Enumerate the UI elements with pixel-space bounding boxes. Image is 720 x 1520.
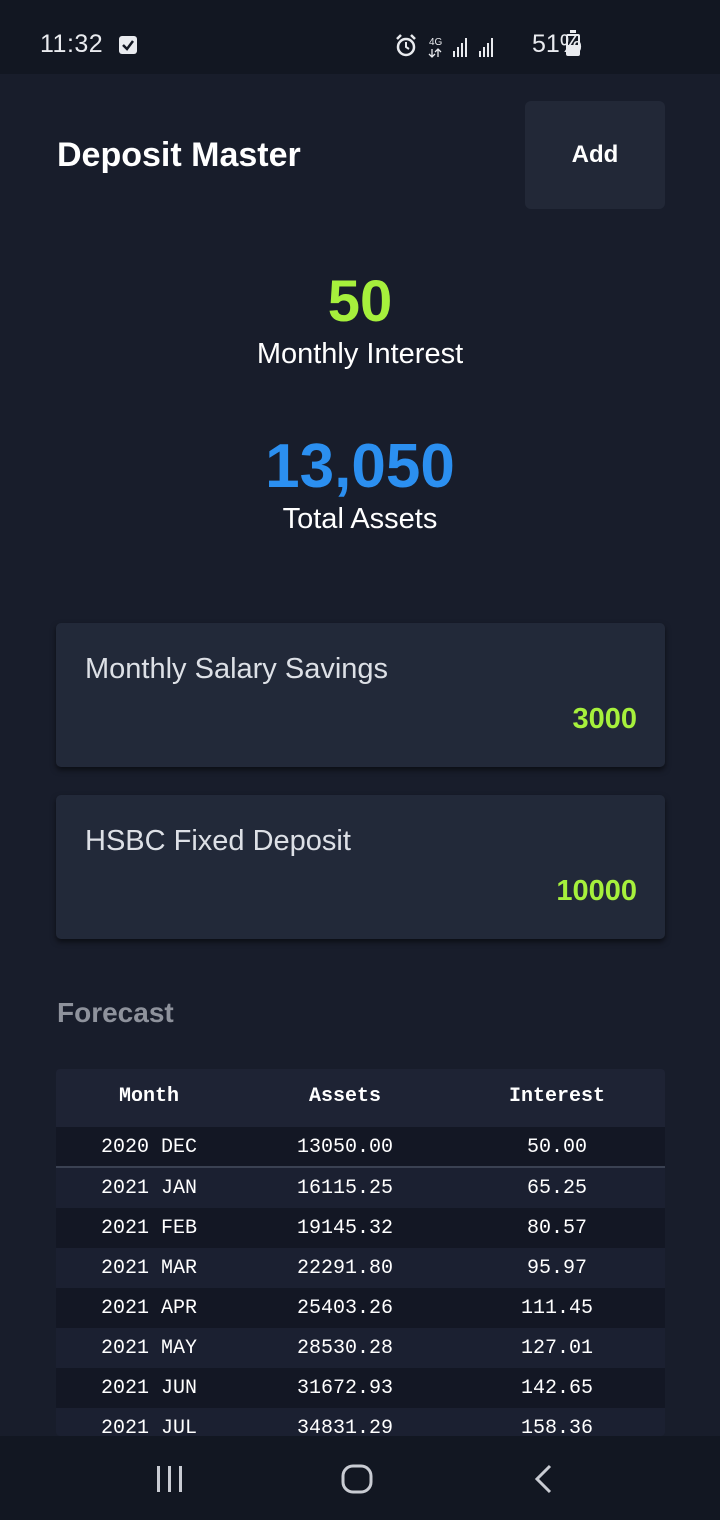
- alarm-icon: [396, 34, 416, 57]
- cell-interest: 158.36: [521, 1417, 594, 1436]
- table-row: 2021 MAR 22291.80 95.97: [56, 1248, 665, 1288]
- cell-interest: 127.01: [521, 1337, 594, 1360]
- table-body: 2020 DEC 13050.00 50.00 2021 JAN 16115.2…: [56, 1127, 665, 1436]
- signal-icon-2: [479, 38, 493, 57]
- cell-interest: 142.65: [521, 1377, 594, 1400]
- network-type-label: 4G: [429, 37, 443, 48]
- cell-month: 2021 JUL: [101, 1417, 198, 1436]
- cell-month: 2021 APR: [101, 1297, 198, 1320]
- deposit-amount: 3000: [572, 703, 637, 735]
- cell-assets: 31672.93: [297, 1377, 394, 1400]
- cell-month: 2021 JAN: [101, 1177, 198, 1200]
- cell-assets: 19145.32: [297, 1217, 394, 1240]
- cell-month: 2021 FEB: [101, 1217, 198, 1240]
- forecast-table[interactable]: Month Assets Interest 2020 DEC 13050.00 …: [56, 1069, 665, 1436]
- table-row: 2021 JUN 31672.93 142.65: [56, 1368, 665, 1408]
- cell-interest: 80.57: [527, 1217, 588, 1240]
- deposit-amount: 10000: [556, 875, 637, 907]
- deposit-card[interactable]: Monthly Salary Savings 3000: [56, 623, 665, 767]
- table-row: 2021 MAY 28530.28 127.01: [56, 1328, 665, 1368]
- system-nav-bar: [0, 1436, 720, 1520]
- total-assets-value: 13,050: [265, 432, 455, 501]
- forecast-title: Forecast: [57, 997, 174, 1028]
- table-header: Month Assets Interest: [56, 1069, 665, 1127]
- signal-icon-1: [453, 38, 467, 57]
- cell-assets: 25403.26: [297, 1297, 394, 1320]
- status-icons: 4G: [396, 34, 493, 58]
- table-row: 2021 APR 25403.26 111.45: [56, 1288, 665, 1328]
- cell-month: 2021 MAY: [101, 1337, 198, 1360]
- status-bar: 11:32 4G 51%: [0, 0, 720, 74]
- task-check-icon: [119, 36, 137, 54]
- cell-interest: 111.45: [521, 1297, 594, 1320]
- cell-assets: 22291.80: [297, 1257, 394, 1280]
- cell-interest: 95.97: [527, 1257, 588, 1280]
- column-header-interest: Interest: [509, 1085, 606, 1108]
- monthly-interest-label: Monthly Interest: [256, 338, 464, 370]
- cell-assets: 28530.28: [297, 1337, 394, 1360]
- deposit-name: HSBC Fixed Deposit: [85, 825, 351, 857]
- total-assets-label: Total Assets: [282, 503, 438, 535]
- app-title: Deposit Master: [57, 136, 301, 174]
- battery-icon: [566, 30, 580, 56]
- home-icon[interactable]: [340, 1463, 374, 1495]
- status-time: 11:32: [40, 30, 104, 58]
- data-arrows-icon: [428, 48, 442, 58]
- table-row: 2020 DEC 13050.00 50.00: [56, 1127, 665, 1168]
- table-row: 2021 FEB 19145.32 80.57: [56, 1208, 665, 1248]
- column-header-assets: Assets: [309, 1085, 382, 1108]
- cell-assets: 13050.00: [297, 1136, 394, 1159]
- monthly-interest-value: 50: [327, 269, 393, 334]
- table-row: 2021 JUL 34831.29 158.36: [56, 1408, 665, 1436]
- cell-month: 2021 JUN: [101, 1377, 198, 1400]
- cell-interest: 65.25: [527, 1177, 588, 1200]
- table-row: 2021 JAN 16115.25 65.25: [56, 1168, 665, 1208]
- cell-month: 2021 MAR: [101, 1257, 198, 1280]
- deposit-card[interactable]: HSBC Fixed Deposit 10000: [56, 795, 665, 939]
- cell-assets: 34831.29: [297, 1417, 394, 1436]
- column-header-month: Month: [119, 1085, 180, 1108]
- back-icon[interactable]: [532, 1463, 556, 1495]
- recent-apps-icon[interactable]: [155, 1464, 185, 1494]
- cell-assets: 16115.25: [297, 1177, 394, 1200]
- cell-interest: 50.00: [527, 1136, 588, 1159]
- deposit-name: Monthly Salary Savings: [85, 653, 389, 685]
- add-button[interactable]: Add: [525, 101, 665, 209]
- cell-month: 2020 DEC: [101, 1136, 198, 1159]
